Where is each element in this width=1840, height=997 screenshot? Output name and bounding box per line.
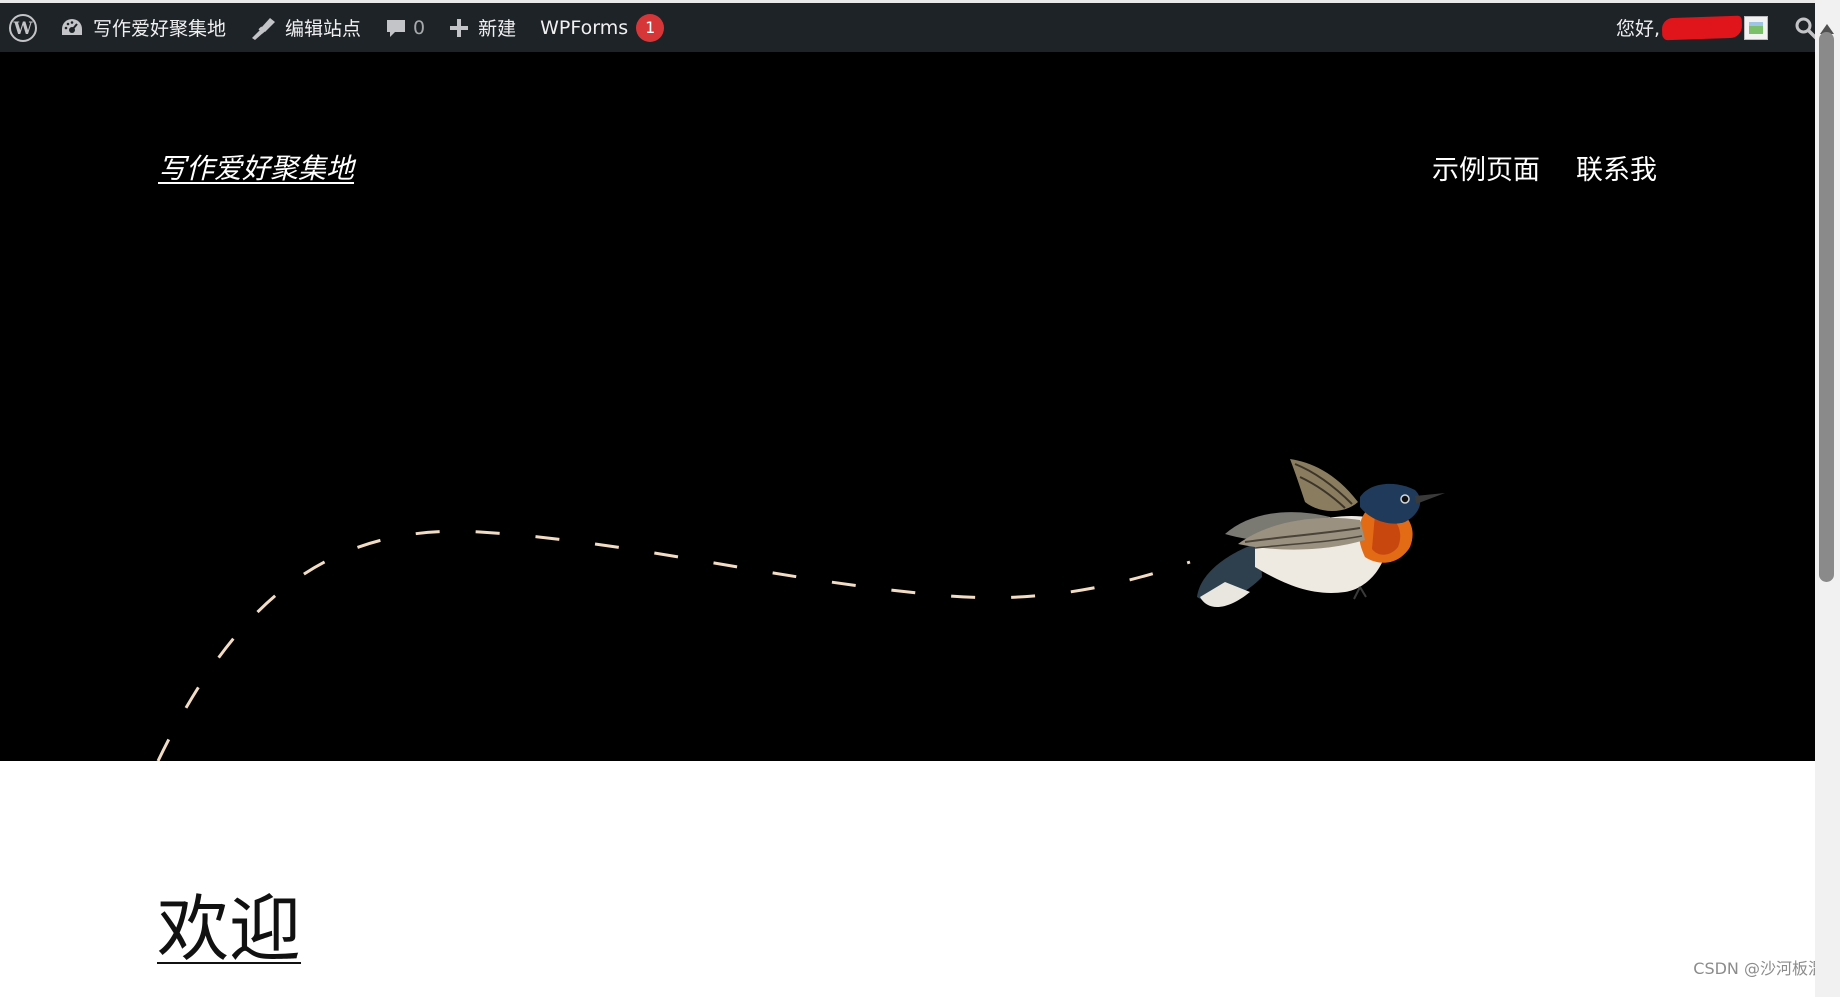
bird-illustration	[1197, 459, 1445, 608]
page-title[interactable]: 欢迎	[157, 893, 301, 965]
wordpress-logo-icon: W	[9, 13, 37, 42]
nav-item-sample-page[interactable]: 示例页面	[1432, 148, 1540, 187]
wpforms-notification-badge: 1	[636, 13, 665, 42]
admin-bar: W 写作爱好聚集地 编辑站点 0 新建 WPForms 1 您好,	[0, 0, 1840, 52]
scrollbar-thumb[interactable]	[1819, 32, 1834, 582]
brush-icon	[252, 17, 276, 40]
primary-navigation: 示例页面 联系我	[1432, 148, 1657, 187]
flight-path-dashed-line	[156, 529, 1191, 761]
site-title-link[interactable]: 写作爱好聚集地	[158, 147, 354, 187]
dashboard-icon	[62, 18, 82, 35]
wordpress-menu[interactable]: W	[0, 3, 48, 52]
my-account-menu[interactable]: 您好,	[1604, 3, 1786, 52]
site-name-label: 写作爱好聚集地	[93, 18, 227, 40]
vertical-scrollbar[interactable]	[1815, 0, 1840, 997]
plus-icon	[450, 18, 469, 37]
wpforms-menu[interactable]: WPForms 1	[528, 3, 676, 52]
new-content-menu[interactable]: 新建	[437, 3, 528, 52]
comment-icon	[387, 19, 406, 37]
edit-site-menu[interactable]: 编辑站点	[238, 3, 373, 52]
redacted-username	[1661, 15, 1743, 40]
nav-item-contact[interactable]: 联系我	[1576, 148, 1657, 187]
comments-menu[interactable]: 0	[373, 3, 437, 52]
admin-search[interactable]	[1786, 3, 1818, 52]
greeting-label: 您好,	[1615, 18, 1660, 40]
site-header-hero: 写作爱好聚集地 示例页面 联系我	[0, 52, 1815, 761]
watermark-text: CSDN @沙河板混	[1693, 959, 1824, 978]
svg-text:W: W	[12, 19, 33, 39]
avatar	[1744, 15, 1768, 40]
wpforms-label: WPForms	[540, 16, 629, 39]
edit-site-label: 编辑站点	[285, 18, 362, 40]
comments-count: 0	[413, 16, 426, 39]
new-content-label: 新建	[478, 18, 517, 40]
site-name-menu[interactable]: 写作爱好聚集地	[48, 3, 238, 52]
